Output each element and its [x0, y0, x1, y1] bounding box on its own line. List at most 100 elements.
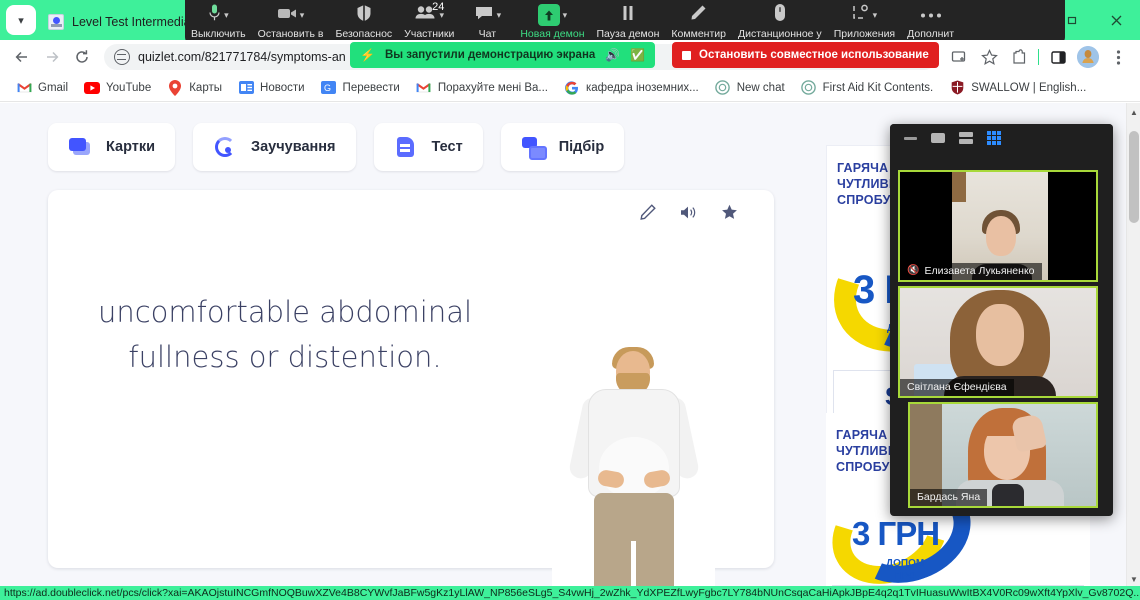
- avatar: [1077, 46, 1099, 68]
- forward-button[interactable]: [38, 43, 66, 71]
- bookmark-gmail[interactable]: Gmail: [10, 77, 74, 99]
- bookmark-new-chat[interactable]: New chat: [709, 77, 791, 99]
- bookmark-maps[interactable]: Карты: [161, 77, 228, 99]
- zoom-control-security[interactable]: Безопаснос: [329, 0, 398, 45]
- video-person-detail: [986, 216, 1016, 256]
- zoom-control-label: Чат: [478, 28, 497, 40]
- openai-icon: [715, 80, 731, 96]
- zoom-meeting-toolbar: ▾ Выключить ▾ Остановить в Безопаснос 24: [185, 0, 1065, 45]
- tab-title: Level Test Intermediate B: [72, 15, 190, 29]
- participant-name-label: 🔇 Елизавета Лукьяненко: [900, 263, 1042, 280]
- mode-label: Підбір: [558, 139, 605, 155]
- gallery-view-icon[interactable]: [986, 130, 1002, 146]
- chevron-down-icon[interactable]: ▾: [497, 10, 502, 21]
- close-window-icon[interactable]: [1096, 4, 1136, 36]
- scrollbar-thumb[interactable]: [1129, 131, 1139, 223]
- profile-avatar[interactable]: [1074, 43, 1102, 71]
- participant-name-label: Бардась Яна: [910, 489, 988, 506]
- chevron-down-icon[interactable]: ▾: [300, 10, 305, 21]
- zoom-control-participants[interactable]: 24 ▾ Участники: [398, 0, 460, 45]
- gmail-icon: [416, 80, 432, 96]
- bookmark-label: Порахуйте мені Ва...: [437, 81, 548, 94]
- bookmark-label: Перевести: [342, 81, 400, 94]
- reload-button[interactable]: [68, 43, 96, 71]
- speaker-view-icon[interactable]: [958, 130, 974, 146]
- tab-search-chevron-icon[interactable]: ▾: [6, 5, 36, 35]
- zoom-control-remote-control[interactable]: Дистанционное у: [732, 0, 828, 45]
- bloated-abdomen-photo: [552, 345, 715, 588]
- apps-icon: [852, 4, 870, 26]
- back-button[interactable]: [8, 43, 36, 71]
- news-icon: [238, 80, 254, 96]
- stop-sharing-button[interactable]: Остановить совместное использование: [672, 42, 939, 68]
- window-icon[interactable]: [930, 130, 946, 146]
- minimize-icon[interactable]: [902, 130, 918, 146]
- bookmark-first-aid[interactable]: First Aid Kit Contents.: [795, 77, 940, 99]
- stop-sharing-label: Остановить совместное использование: [699, 49, 929, 61]
- toolbar-divider: [1038, 49, 1039, 65]
- bookmark-porahuite[interactable]: Порахуйте мені Ва...: [410, 77, 554, 99]
- ad-subtext-line2: ПРО: [894, 571, 916, 582]
- zoom-control-chat[interactable]: ▾ Чат: [460, 0, 514, 45]
- bookmark-label: SWALLOW | English...: [971, 81, 1087, 94]
- bookmark-translate[interactable]: G Перевести: [315, 77, 406, 99]
- flashcard-term: uncomfortable abdominal fullness or dist…: [97, 295, 473, 374]
- mode-label: Картки: [106, 139, 156, 155]
- mode-match[interactable]: Підбір: [500, 123, 625, 171]
- ad-subtext: ДОПОМ ПРО: [886, 557, 924, 583]
- zoom-control-mute[interactable]: ▾ Выключить: [185, 0, 252, 45]
- side-panel-icon[interactable]: [1044, 43, 1072, 71]
- zoom-control-label: Безопаснос: [335, 28, 393, 40]
- video-background-detail: [952, 172, 966, 202]
- extensions-icon[interactable]: [1005, 43, 1033, 71]
- bookmark-swallow[interactable]: SWALLOW | English...: [943, 77, 1092, 99]
- bookmark-label: Карты: [189, 81, 223, 94]
- zoom-video-panel[interactable]: 🔇 Елизавета Лукьяненко Світлана Єфендієв…: [890, 124, 1113, 516]
- svg-text:G: G: [324, 83, 331, 93]
- chevron-down-icon[interactable]: ▾: [563, 10, 568, 21]
- zoom-control-new-share[interactable]: ▾ Новая демон: [514, 0, 590, 45]
- participant-name: Бардась Яна: [917, 491, 981, 503]
- mode-test[interactable]: Тест: [373, 123, 483, 171]
- site-settings-tune-icon[interactable]: [114, 49, 130, 65]
- zoom-control-annotate[interactable]: Комментир: [665, 0, 732, 45]
- zoom-control-pause-share[interactable]: Пауза демон: [591, 0, 666, 45]
- audio-speaker-icon[interactable]: [680, 205, 697, 223]
- chevron-down-icon[interactable]: ▾: [873, 10, 878, 21]
- participant-tile[interactable]: Світлана Єфендієва: [898, 286, 1098, 398]
- zoom-control-stop-video[interactable]: ▾ Остановить в: [252, 0, 330, 45]
- bookmark-news[interactable]: Новости: [232, 77, 311, 99]
- screen-share-message: Вы запустили демонстрацию экрана: [384, 49, 596, 61]
- pencil-edit-icon[interactable]: [640, 204, 656, 223]
- scroll-down-arrow-icon[interactable]: ▼: [1127, 572, 1140, 586]
- participant-tile[interactable]: Бардась Яна: [908, 402, 1098, 508]
- speaker-icon[interactable]: 🔊: [605, 48, 620, 62]
- scroll-up-arrow-icon[interactable]: ▲: [1127, 105, 1140, 119]
- flashcard[interactable]: uncomfortable abdominal fullness or dist…: [48, 190, 774, 588]
- browser-tab[interactable]: Level Test Intermediate B: [40, 4, 190, 40]
- mode-label: Заучування: [251, 139, 336, 155]
- page-scrollbar[interactable]: ▲ ▼: [1126, 103, 1140, 588]
- zoom-control-more[interactable]: Дополнит: [901, 0, 960, 45]
- status-bar-url: https://ad.doubleclick.net/pcs/click?xai…: [4, 587, 1140, 599]
- chevron-down-icon[interactable]: ▾: [224, 10, 229, 21]
- more-dots-icon: [920, 6, 942, 24]
- three-dot-menu-icon[interactable]: [1104, 43, 1132, 71]
- bookmark-kafedra[interactable]: кафедра іноземних...: [558, 77, 705, 99]
- star-favorite-icon[interactable]: [721, 204, 738, 223]
- mode-learn[interactable]: Заучування: [193, 123, 356, 171]
- zoom-control-apps[interactable]: ▾ Приложения: [828, 0, 901, 45]
- shield-check-icon[interactable]: ✅: [630, 48, 645, 62]
- participants-count: 24: [432, 1, 445, 13]
- bookmark-star-icon[interactable]: [975, 43, 1003, 71]
- participant-tile[interactable]: 🔇 Елизавета Лукьяненко: [898, 170, 1098, 282]
- stop-square-icon: [682, 50, 691, 60]
- bookmark-label: Новости: [260, 81, 305, 94]
- cast-icon[interactable]: [945, 43, 973, 71]
- bookmark-youtube[interactable]: YouTube: [78, 77, 157, 99]
- gmail-icon: [16, 80, 32, 96]
- status-bar: https://ad.doubleclick.net/pcs/click?xai…: [0, 586, 1140, 600]
- shield-icon: [356, 4, 372, 27]
- mode-flashcards[interactable]: Картки: [48, 123, 176, 171]
- google-icon: [564, 80, 580, 96]
